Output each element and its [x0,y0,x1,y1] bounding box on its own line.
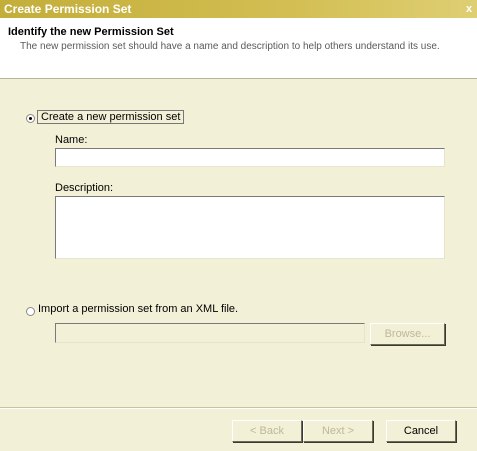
footer-separator [0,407,477,409]
header-description: The new permission set should have a nam… [20,41,440,52]
title-bar[interactable]: Create Permission Set x [0,0,477,18]
cancel-button[interactable]: Cancel [386,420,456,442]
description-input[interactable] [55,196,445,259]
name-label: Name: [55,134,88,146]
import-path-input[interactable] [55,323,365,343]
next-button[interactable]: Next > [303,420,373,442]
back-button[interactable]: < Back [232,420,302,442]
wizard-header: Identify the new Permission Set The new … [0,18,477,79]
create-new-radio[interactable] [26,114,35,123]
import-xml-radio[interactable] [26,307,35,316]
create-permission-set-dialog: Create Permission Set x Identify the new… [0,0,477,451]
window-title: Create Permission Set [4,2,132,16]
close-icon[interactable]: x [463,0,475,18]
name-input[interactable] [55,148,445,167]
header-title: Identify the new Permission Set [8,26,174,38]
create-new-label[interactable]: Create a new permission set [37,110,185,124]
import-xml-label[interactable]: Import a permission set from an XML file… [38,303,238,315]
browse-button[interactable]: Browse... [370,323,445,345]
description-label: Description: [55,182,114,194]
